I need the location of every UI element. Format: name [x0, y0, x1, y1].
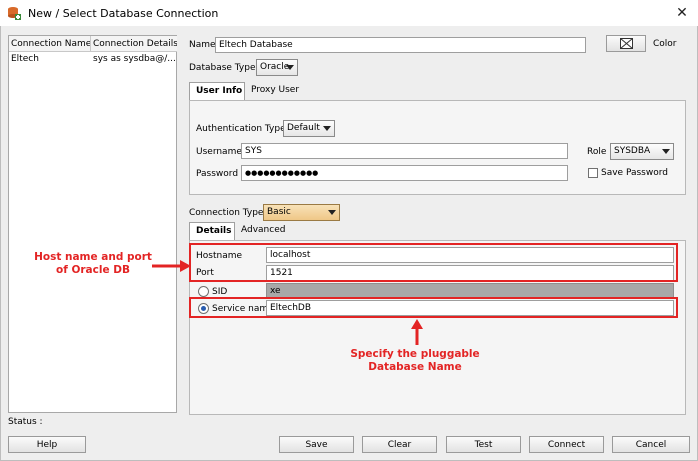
column-header-connection-name[interactable]: Connection Name: [9, 36, 91, 52]
arrow-up-icon: [411, 319, 423, 345]
name-input[interactable]: Eltech Database: [215, 37, 586, 53]
cancel-button[interactable]: Cancel: [612, 436, 690, 453]
chevron-down-icon: [286, 65, 294, 70]
color-swatch-icon: [620, 38, 633, 49]
tab-user-info[interactable]: User Info: [189, 82, 245, 100]
save-password-checkbox[interactable]: [588, 168, 598, 178]
chevron-down-icon: [323, 126, 331, 131]
title-bar: New / Select Database Connection ✕: [0, 0, 698, 26]
tab-advanced[interactable]: Advanced: [235, 222, 289, 240]
role-select[interactable]: SYSDBA: [610, 143, 674, 160]
connect-button[interactable]: Connect: [529, 436, 604, 453]
host-port-annotation: Host name and port of Oracle DB: [34, 251, 152, 276]
password-input[interactable]: ●●●●●●●●●●●●: [241, 165, 568, 181]
tab-proxy-user[interactable]: Proxy User: [245, 82, 307, 100]
database-type-select[interactable]: Oracle: [256, 59, 298, 76]
sid-radio[interactable]: [198, 286, 209, 297]
authentication-type-label: Authentication Type: [196, 124, 286, 134]
chevron-down-icon: [328, 210, 336, 215]
connection-row-name[interactable]: Eltech: [9, 53, 91, 67]
window-title: New / Select Database Connection: [28, 7, 219, 20]
role-label: Role: [587, 147, 607, 157]
connection-list[interactable]: Connection Name Connection Details Eltec…: [8, 35, 177, 413]
hostname-port-highlight: [189, 243, 678, 282]
password-label: Password: [196, 169, 239, 179]
color-button[interactable]: [606, 35, 646, 52]
authentication-type-select[interactable]: Default: [283, 120, 335, 137]
service-annotation: Specify the pluggable Database Name: [350, 348, 480, 373]
help-button[interactable]: Help: [8, 436, 86, 453]
chevron-down-icon: [662, 149, 670, 154]
save-password-label: Save Password: [601, 168, 668, 178]
tab-details[interactable]: Details: [189, 222, 235, 240]
arrow-right-icon: [152, 260, 191, 272]
username-label: Username: [196, 147, 242, 157]
save-button[interactable]: Save: [279, 436, 354, 453]
close-icon[interactable]: ✕: [672, 3, 692, 23]
test-button[interactable]: Test: [446, 436, 521, 453]
clear-button[interactable]: Clear: [362, 436, 437, 453]
name-label: Name: [189, 40, 216, 50]
service-name-highlight: [189, 297, 678, 318]
username-input[interactable]: SYS: [241, 143, 568, 159]
color-label: Color: [653, 39, 677, 49]
connection-type-select[interactable]: Basic: [263, 204, 340, 221]
connection-type-label: Connection Type: [189, 208, 264, 218]
status-label: Status :: [8, 417, 43, 427]
column-header-connection-details[interactable]: Connection Details: [91, 36, 177, 52]
sid-label: SID: [212, 287, 228, 297]
connection-row-details[interactable]: sys as sysdba@/...: [91, 53, 177, 67]
database-type-label: Database Type: [189, 63, 256, 73]
database-connection-icon: [8, 7, 21, 20]
